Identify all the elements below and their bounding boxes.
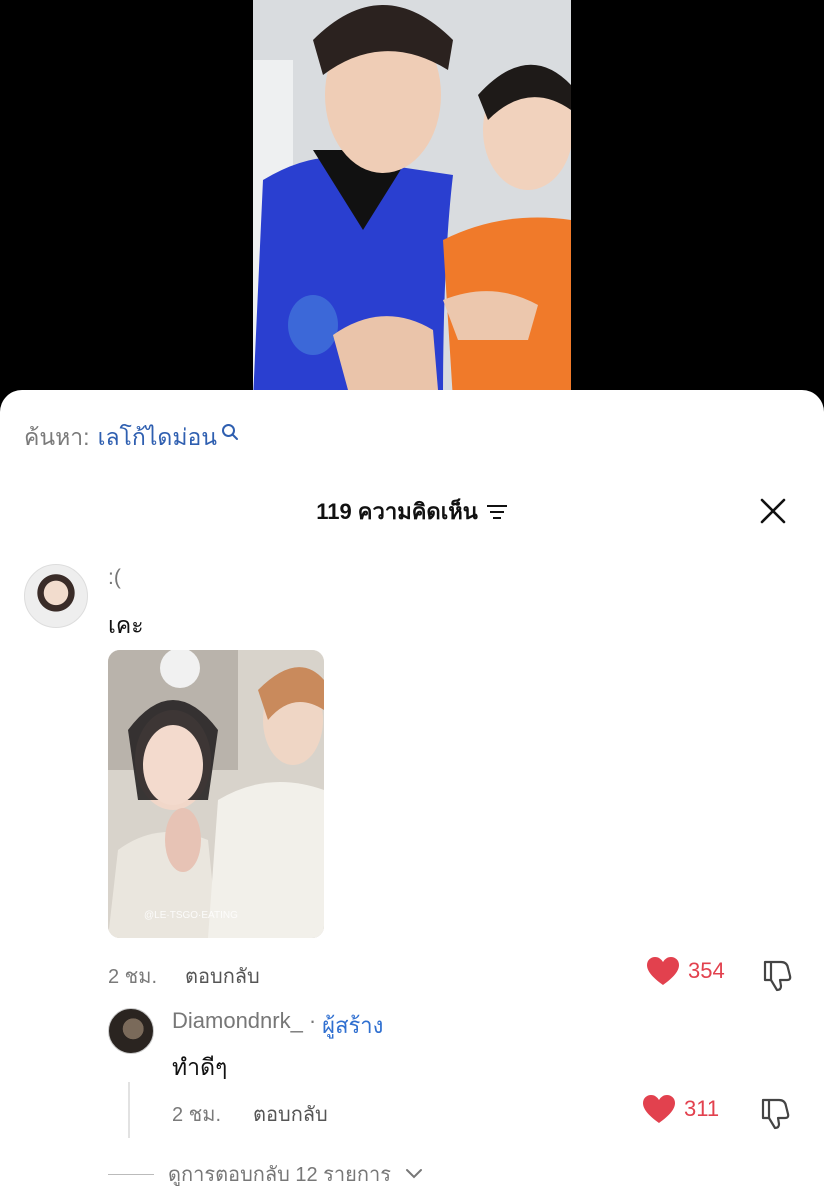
video-thumbnail[interactable]	[253, 0, 571, 400]
comment-time: 2 ชม.	[108, 966, 157, 988]
sort-filter-icon[interactable]	[486, 503, 508, 521]
thread-line	[128, 1082, 130, 1138]
reply-meta: 2 ชม. ตอบกลับ	[172, 1098, 328, 1130]
comments-header: 119 ความคิดเห็น	[0, 494, 824, 530]
comment-like-button[interactable]: 354	[646, 956, 725, 986]
reply-username[interactable]: Diamondnrk_	[172, 1008, 303, 1043]
comment-meta: 2 ชม. ตอบกลับ	[108, 960, 260, 992]
comment-text: เคะ	[108, 612, 144, 638]
divider	[108, 1173, 154, 1175]
search-suggestion[interactable]: ค้นหา: เลโก้ไดม่อน	[24, 420, 239, 456]
creator-badge: ผู้สร้าง	[322, 1013, 384, 1038]
comment-image[interactable]: @LE·TSGO·EATING	[108, 650, 324, 938]
reply-text: ทำดีๆ	[172, 1054, 228, 1080]
close-icon[interactable]	[758, 496, 788, 526]
comments-sheet: ค้นหา: เลโก้ไดม่อน 119 ความคิดเห็น :( เค…	[0, 390, 824, 1200]
reply-avatar[interactable]	[108, 1008, 154, 1054]
search-icon	[222, 424, 239, 440]
reply-reply-button[interactable]: ตอบกลับ	[253, 1098, 328, 1130]
video-background	[0, 0, 824, 430]
comment-count: 119 ความคิดเห็น	[316, 499, 478, 524]
dislike-icon[interactable]	[760, 958, 794, 992]
dislike-icon[interactable]	[758, 1096, 792, 1130]
comment-like-count: 354	[688, 958, 725, 983]
view-more-replies[interactable]: ดูการตอบกลับ 12 รายการ	[108, 1158, 423, 1190]
reply-button[interactable]: ตอบกลับ	[185, 960, 260, 992]
search-label: ค้นหา:	[24, 424, 90, 450]
view-more-replies-label: ดูการตอบกลับ 12 รายการ	[168, 1164, 391, 1186]
reply-user-row: Diamondnrk_ · ผู้สร้าง	[172, 1008, 383, 1043]
comment-username[interactable]: :(	[108, 566, 121, 590]
search-term-link[interactable]: เลโก้ไดม่อน	[98, 420, 217, 456]
video-people-illustration	[253, 0, 571, 400]
heart-icon	[643, 1095, 675, 1123]
image-watermark: @LE·TSGO·EATING	[144, 910, 238, 921]
reply-like-count: 311	[684, 1096, 720, 1121]
reply-time: 2 ชม.	[172, 1104, 221, 1126]
heart-icon	[647, 957, 679, 985]
chevron-down-icon	[405, 1169, 422, 1179]
reply-separator: ·	[308, 1008, 317, 1033]
comment-image-illustration	[108, 650, 324, 938]
reply-like-button[interactable]: 311	[642, 1094, 719, 1124]
avatar[interactable]	[24, 564, 88, 628]
